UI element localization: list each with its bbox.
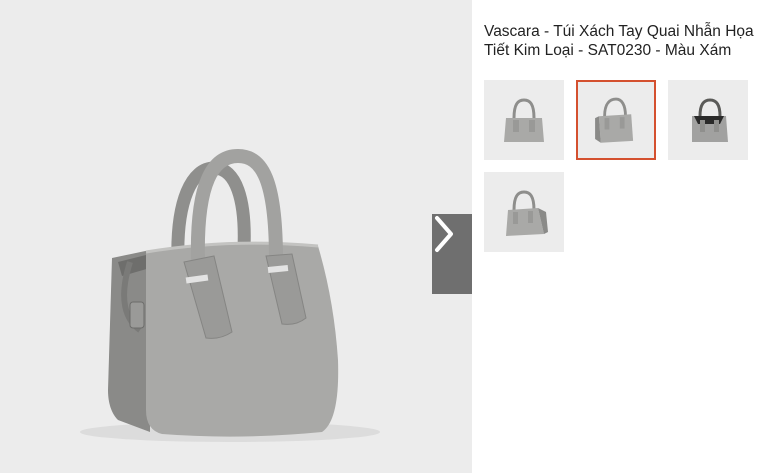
bag-angled-view-image: [595, 97, 634, 143]
next-image-button[interactable]: [432, 214, 472, 294]
chevron-right-icon: [435, 216, 453, 252]
handbag-illustration: [80, 148, 380, 442]
product-title: Vascara - Túi Xách Tay Quai Nhẫn Họa Tiế…: [484, 23, 754, 59]
bag-side-view-image: [506, 190, 548, 236]
thumbnail-bag-angled-view[interactable]: [576, 80, 656, 160]
product-info-panel: Vascara - Túi Xách Tay Quai Nhẫn Họa Tiế…: [472, 0, 758, 473]
thumbnail-bag-side-view[interactable]: [484, 172, 564, 252]
bag-open-top-view-image: [692, 98, 728, 142]
thumbnail-bag-open-top-view[interactable]: [668, 80, 748, 160]
main-product-image: [0, 0, 472, 473]
thumbnail-bag-front-view[interactable]: [484, 80, 564, 160]
bag-front-view-image: [504, 98, 544, 142]
product-image-viewer: Vascara - Túi Xách Tay Quai Nhẫn Họa Tiế…: [0, 0, 758, 473]
